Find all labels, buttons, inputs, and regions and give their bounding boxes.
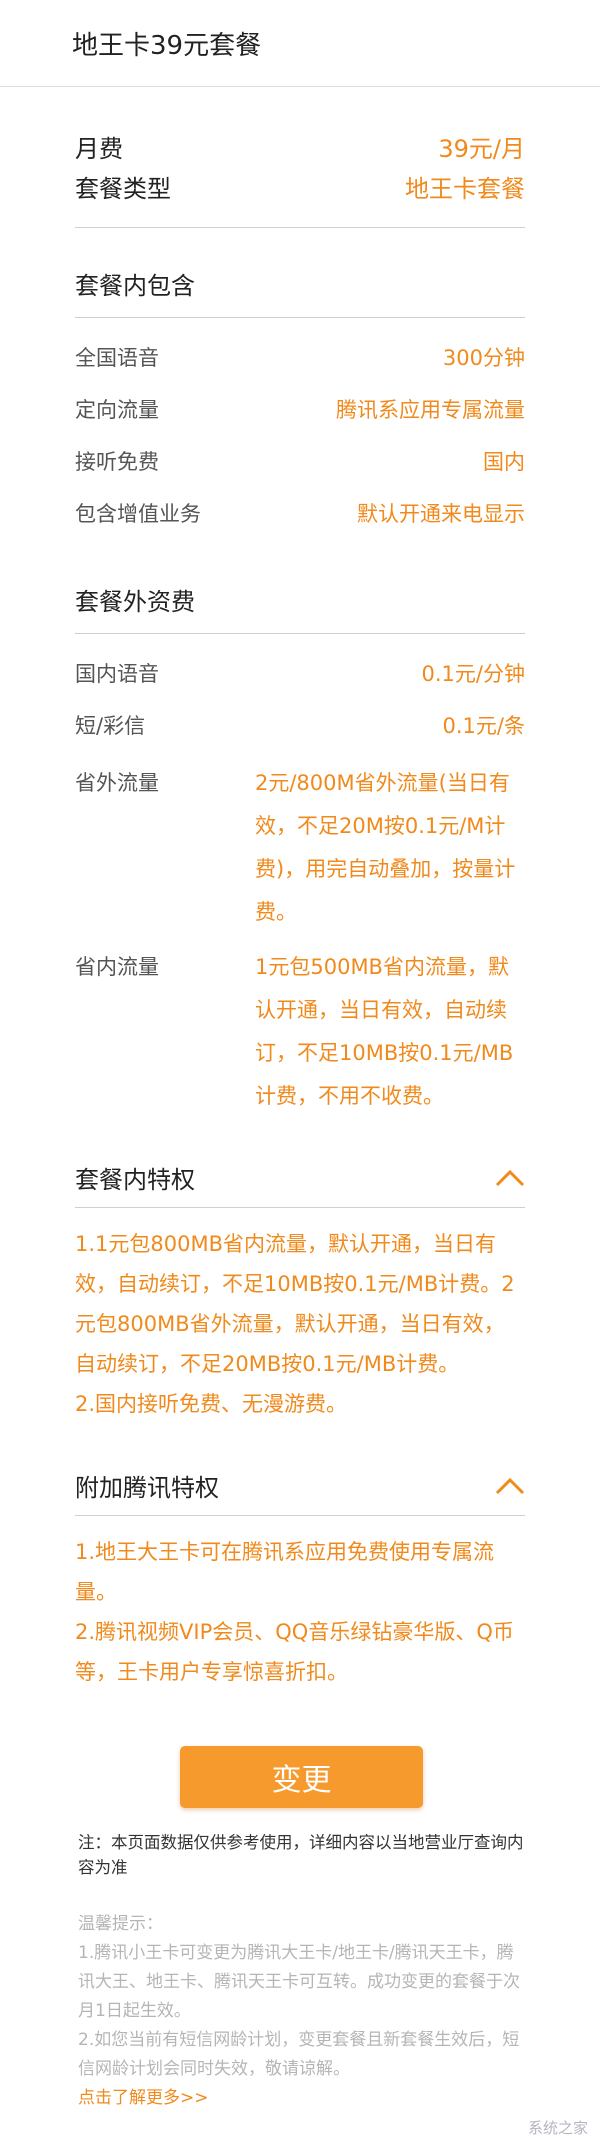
monthly-fee-row: 月费 39元/月 (75, 129, 525, 169)
plan-type-label: 套餐类型 (75, 175, 171, 203)
included-item-label: 接听免费 (75, 450, 159, 474)
change-button[interactable]: 变更 (180, 1746, 423, 1808)
extra-fee-label: 省内流量 (75, 955, 159, 979)
tips-line: 1.腾讯小王卡可变更为腾讯大王卡/地王卡/腾讯天王卡，腾讯大王、地王卡、腾讯天王… (78, 1943, 520, 2021)
privileges-header[interactable]: 套餐内特权 (75, 1160, 525, 1195)
extra-fee-label: 省外流量 (75, 771, 159, 795)
included-item-label: 定向流量 (75, 398, 159, 422)
privileges-text: 1.1元包800MB省内流量，默认开通，当日有效，自动续订，不足10MB按0.1… (75, 1232, 515, 1376)
privileges-section-title: 套餐内特权 (75, 1166, 195, 1194)
plan-content: 月费 39元/月 套餐类型 地王卡套餐 套餐内包含 全国语音 300分钟 定向流… (0, 87, 600, 1692)
plan-type-row: 套餐类型 地王卡套餐 (75, 169, 525, 209)
page-title: 地王卡39元套餐 (72, 30, 262, 61)
included-item-label: 包含增值业务 (75, 502, 201, 526)
tencent-text: 1.地王大王卡可在腾讯系应用免费使用专属流量。 (75, 1540, 495, 1604)
learn-more-link[interactable]: 点击了解更多>> (78, 2084, 528, 2113)
included-item-row: 接听免费 国内 (75, 446, 525, 498)
extra-fee-row: 国内语音 0.1元/分钟 (75, 658, 525, 710)
extra-fees-section-title: 套餐外资费 (75, 588, 195, 616)
included-item-row: 包含增值业务 默认开通来电显示 (75, 498, 525, 550)
included-item-value: 国内 (483, 450, 525, 474)
included-section-title: 套餐内包含 (75, 272, 195, 300)
tips-title: 温馨提示： (78, 1914, 163, 1934)
page-header: 地王卡39元套餐 (0, 0, 600, 87)
tips-block: 温馨提示： 1.腾讯小王卡可变更为腾讯大王卡/地王卡/腾讯天王卡，腾讯大王、地王… (78, 1910, 528, 2113)
extra-fee-value: 2元/800M省外流量(当日有效，不足20M按0.1元/M计费)，用完自动叠加，… (255, 771, 516, 924)
included-item-value: 默认开通来电显示 (357, 502, 525, 526)
extra-fee-value: 0.1元/分钟 (421, 662, 525, 686)
tencent-text: 2.腾讯视频VIP会员、QQ音乐绿钻豪华版、Q币等，王卡用户专享惊喜折扣。 (75, 1620, 514, 1684)
included-item-label: 全国语音 (75, 346, 159, 370)
monthly-fee-label: 月费 (75, 135, 123, 163)
extra-fee-label: 短/彩信 (75, 714, 146, 738)
extra-fee-label: 国内语音 (75, 662, 159, 686)
included-item-row: 定向流量 腾讯系应用专属流量 (75, 394, 525, 446)
tencent-section-title: 附加腾讯特权 (75, 1474, 219, 1502)
included-item-value: 腾讯系应用专属流量 (336, 398, 525, 422)
tencent-header[interactable]: 附加腾讯特权 (75, 1468, 525, 1503)
disclaimer-note: 注：本页面数据仅供参考使用，详细内容以当地营业厅查询内容为准 (78, 1833, 524, 1877)
watermark-text: 系统之家 (527, 2119, 588, 2137)
included-item-value: 300分钟 (442, 346, 525, 370)
extra-fee-row: 省外流量 2元/800M省外流量(当日有效，不足20M按0.1元/M计费)，用完… (75, 762, 525, 934)
extra-fee-row: 短/彩信 0.1元/条 (75, 710, 525, 762)
privileges-text: 2.国内接听免费、无漫游费。 (75, 1392, 348, 1416)
extra-fee-row: 省内流量 1元包500MB省内流量，默认开通，当日有效，自动续订，不足10MB按… (75, 946, 525, 1118)
monthly-fee-value: 39元/月 (438, 135, 525, 163)
extra-fee-value: 1元包500MB省内流量，默认开通，当日有效，自动续订，不足10MB按0.1元/… (255, 955, 514, 1108)
chevron-up-icon[interactable] (495, 1477, 525, 1495)
plan-type-value: 地王卡套餐 (405, 175, 525, 203)
tips-line: 2.如您当前有短信网龄计划，变更套餐且新套餐生效后，短信网龄计划会同时失效，敬请… (78, 2030, 520, 2079)
included-item-row: 全国语音 300分钟 (75, 342, 525, 394)
extra-fee-value: 0.1元/条 (442, 714, 525, 738)
chevron-up-icon[interactable] (495, 1169, 525, 1187)
